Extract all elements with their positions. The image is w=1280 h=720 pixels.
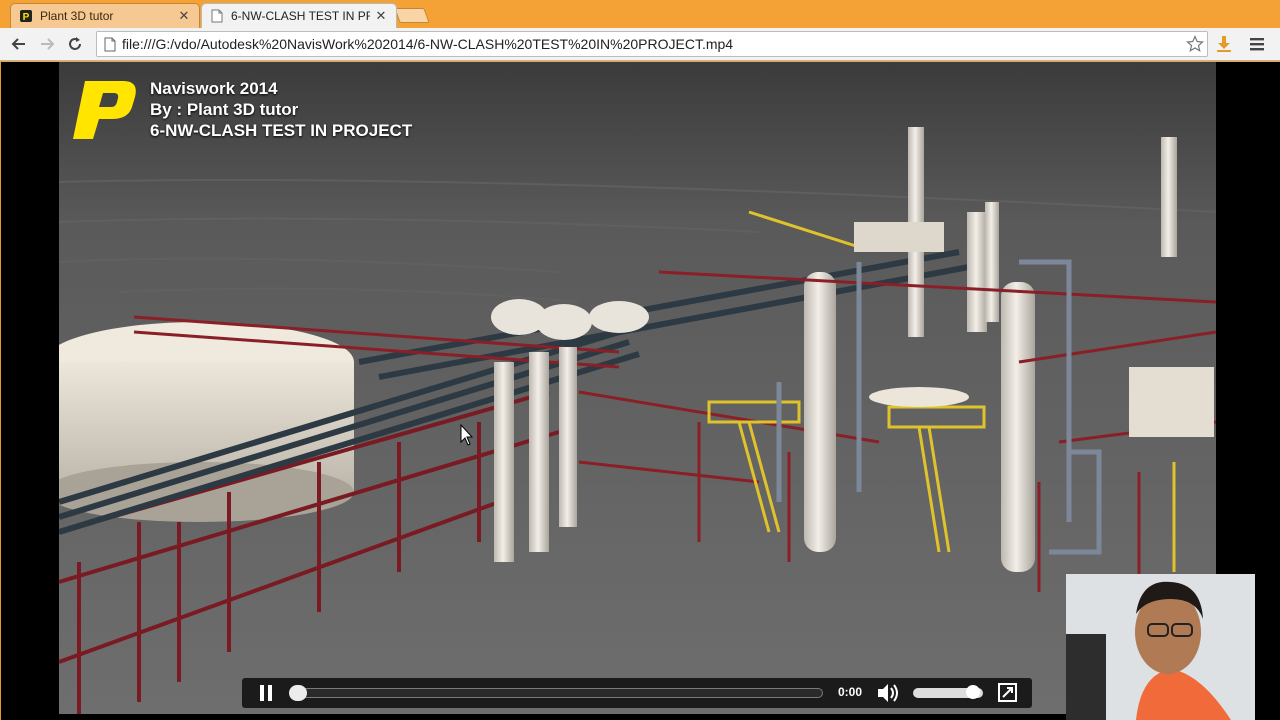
page-icon xyxy=(210,9,224,23)
tab-close-icon[interactable]: ✕ xyxy=(177,9,191,23)
tab-title: Plant 3D tutor xyxy=(40,9,114,23)
download-icon[interactable] xyxy=(1212,32,1236,56)
volume-icon xyxy=(878,684,898,702)
volume-handle[interactable] xyxy=(965,685,980,699)
menu-icon[interactable] xyxy=(1245,32,1269,56)
tab-title: 6-NW-CLASH TEST IN PRO xyxy=(231,9,370,23)
address-bar[interactable]: file:///G:/vdo/Autodesk%20NavisWork%2020… xyxy=(96,31,1208,57)
fullscreen-icon xyxy=(998,683,1017,702)
back-button[interactable] xyxy=(6,32,32,56)
webcam-inset xyxy=(1066,574,1255,720)
plant-3d-scene xyxy=(59,62,1216,714)
forward-arrow-icon xyxy=(41,38,55,50)
tab-strip: P Plant 3D tutor ✕ 6-NW-CLASH TEST IN PR… xyxy=(0,0,1280,28)
url-text[interactable]: file:///G:/vdo/Autodesk%20NavisWork%2020… xyxy=(122,36,1183,52)
tab-plant3d-tutor[interactable]: P Plant 3D tutor ✕ xyxy=(10,3,200,28)
reload-button[interactable] xyxy=(62,32,88,56)
browser-toolbar: file:///G:/vdo/Autodesk%20NavisWork%2020… xyxy=(0,28,1280,61)
bookmark-star-icon[interactable] xyxy=(1183,33,1207,55)
tab-video[interactable]: 6-NW-CLASH TEST IN PRO ✕ xyxy=(201,3,397,28)
seek-bar[interactable] xyxy=(289,685,823,701)
video-player[interactable]: Naviswork 2014 By : Plant 3D tutor 6-NW-… xyxy=(59,62,1216,714)
overlay-line-2: By : Plant 3D tutor xyxy=(150,100,299,119)
volume-button[interactable] xyxy=(875,680,901,711)
video-controls: 0:00 xyxy=(242,678,1032,708)
back-arrow-icon xyxy=(11,38,25,50)
overlay-line-3: 6-NW-CLASH TEST IN PROJECT xyxy=(150,121,413,140)
video-title-overlay: Naviswork 2014 By : Plant 3D tutor 6-NW-… xyxy=(150,78,412,141)
reload-icon xyxy=(69,37,81,50)
seek-handle[interactable] xyxy=(289,685,307,701)
pause-button[interactable] xyxy=(251,678,281,708)
plant3d-favicon-icon: P xyxy=(19,9,33,23)
time-display: 0:00 xyxy=(838,685,863,699)
svg-text:P: P xyxy=(23,12,30,23)
page-icon xyxy=(102,35,118,53)
overlay-line-1: Naviswork 2014 xyxy=(150,79,278,98)
pause-icon xyxy=(260,685,272,701)
forward-button[interactable] xyxy=(34,32,60,56)
tab-close-icon[interactable]: ✕ xyxy=(374,9,388,23)
volume-slider[interactable] xyxy=(913,685,983,699)
fullscreen-button[interactable] xyxy=(998,683,1017,702)
new-tab-button[interactable] xyxy=(394,8,430,23)
plant3d-logo-icon xyxy=(73,81,136,139)
